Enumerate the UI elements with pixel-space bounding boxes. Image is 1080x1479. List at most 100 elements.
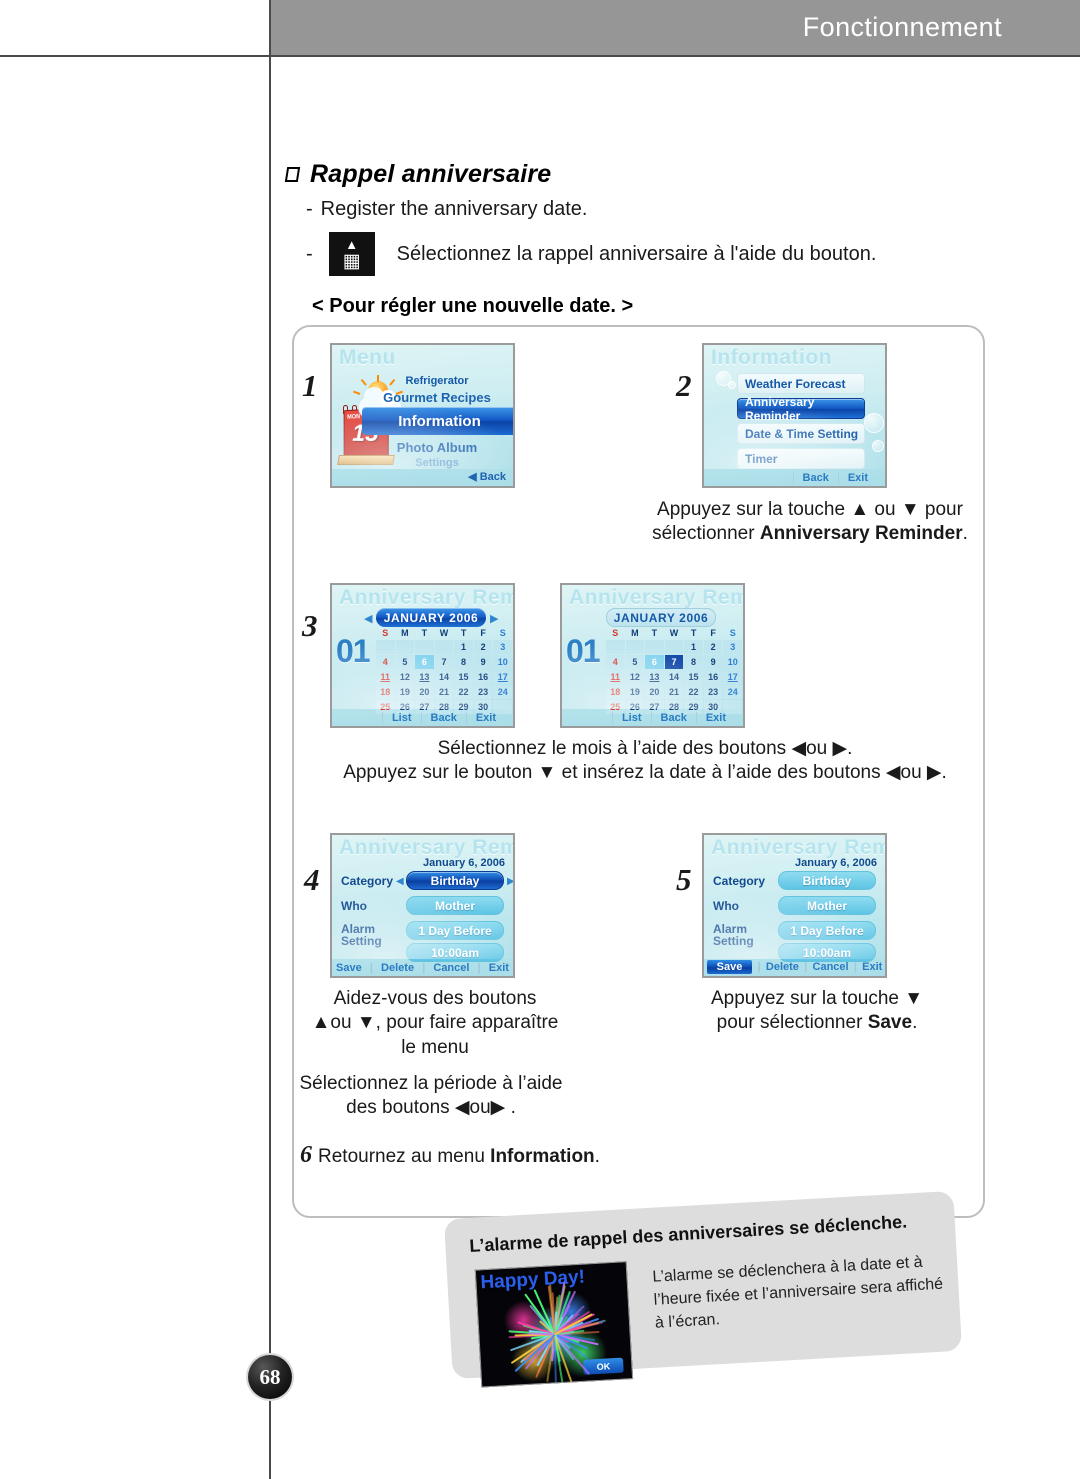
calendar-day-cell[interactable]: 15	[454, 670, 473, 684]
month-next-arrow-icon[interactable]: ▶	[490, 612, 498, 625]
calendar-day-cell[interactable]: 10	[493, 655, 512, 669]
calendar-day-cell[interactable]: 4	[606, 655, 625, 669]
calendar-day-cell[interactable]: 13	[415, 670, 434, 684]
calendar-grid-a[interactable]: S M T W T F S 1 2 3 4 5 6 7 8 9 10 11 12 13 14 15 16 17 18 19 20 21…	[376, 627, 512, 714]
calendar-day-cell[interactable]: 7	[435, 655, 454, 669]
save-button[interactable]: Save	[336, 962, 362, 974]
detail-b-value-alarm-before[interactable]: 1 Day Before	[778, 921, 876, 940]
list-button[interactable]: List	[382, 712, 421, 724]
back-button[interactable]: Back	[651, 712, 696, 724]
detail-a-value-alarm-time[interactable]: 10:00am	[406, 943, 504, 962]
calendar-day-cell[interactable]: 3	[493, 640, 512, 654]
detail-a-date: January 6, 2006	[423, 857, 505, 869]
menu-item-refrigerator[interactable]: Refrigerator	[362, 375, 512, 387]
calendar-day-cell[interactable]: 1	[684, 640, 703, 654]
exit-button[interactable]: Exit	[489, 962, 509, 974]
info-item-timer[interactable]: Timer	[737, 448, 865, 469]
exit-button[interactable]: Exit	[838, 472, 877, 484]
calendar-day-cell[interactable]: 11	[376, 670, 395, 684]
calendar-day-cell[interactable]: 16	[474, 670, 493, 684]
cancel-button[interactable]: Cancel	[433, 962, 469, 974]
calendar-day-cell[interactable]: 12	[626, 670, 645, 684]
calendar-day-cell[interactable]: 1	[454, 640, 473, 654]
screen-information: Information Weather Forecast Anniversary…	[702, 343, 887, 488]
calendar-day-cell[interactable]: 24	[493, 685, 512, 699]
calendar-day-cell[interactable]: 15	[684, 670, 703, 684]
calendar-day-cell[interactable]: 18	[376, 685, 395, 699]
calendar-day-cell[interactable]: 20	[645, 685, 664, 699]
calendar-day-cell[interactable]: 20	[415, 685, 434, 699]
category-next-arrow-icon[interactable]: ▶	[507, 876, 515, 887]
month-prev-arrow-icon[interactable]: ◀	[364, 612, 372, 625]
calendar-day-cell[interactable]: 19	[396, 685, 415, 699]
calendar-weekday-header: T	[684, 627, 703, 639]
menu-item-settings[interactable]: Settings	[362, 457, 512, 469]
calendar-day-cell[interactable]: 13	[645, 670, 664, 684]
calendar-day-cell[interactable]: 22	[684, 685, 703, 699]
detail-b-value-category[interactable]: Birthday	[778, 871, 876, 890]
menu-item-photo-album[interactable]: Photo Album	[362, 440, 512, 455]
back-button[interactable]: Back	[421, 712, 466, 724]
calendar-day-cell[interactable]: 16	[704, 670, 723, 684]
calendar-day-cell[interactable]: 21	[665, 685, 684, 699]
detail-a-value-who[interactable]: Mother	[406, 896, 504, 915]
section-bullet-2: - ▲ ▦ Sélectionnez la rappel anniversair…	[306, 232, 876, 276]
calendar-day-cell[interactable]: 12	[396, 670, 415, 684]
back-button[interactable]: Back	[793, 472, 838, 484]
exit-button[interactable]: Exit	[466, 712, 505, 724]
triangle-up-icon: ▲	[345, 238, 358, 251]
step-number-5: 5	[676, 862, 692, 898]
exit-button[interactable]: Exit	[696, 712, 735, 724]
category-prev-arrow-icon[interactable]: ◀	[396, 876, 404, 887]
caption-step-4b-line-1: Sélectionnez la période à l’aide	[296, 1072, 566, 1096]
calendar-day-cell[interactable]: 6	[645, 655, 664, 669]
detail-a-value-category[interactable]: Birthday	[406, 871, 504, 890]
calendar-day-cell[interactable]: 8	[454, 655, 473, 669]
calendar-day-cell[interactable]: 3	[723, 640, 742, 654]
delete-button[interactable]: Delete	[381, 962, 414, 974]
calendar-day-cell[interactable]: 19	[626, 685, 645, 699]
calendar-day-cell[interactable]: 21	[435, 685, 454, 699]
menu-item-information[interactable]: Information	[362, 407, 515, 435]
calendar-day-cell[interactable]: 23	[704, 685, 723, 699]
caption-step-2-bold: Anniversary Reminder	[760, 523, 963, 544]
exit-button[interactable]: Exit	[862, 961, 882, 973]
calendar-day-cell[interactable]: 24	[723, 685, 742, 699]
calendar-day-cell[interactable]: 2	[474, 640, 493, 654]
calendar-day-cell[interactable]: 11	[606, 670, 625, 684]
info-item-date-time-setting[interactable]: Date & Time Setting	[737, 423, 865, 444]
caption-step-4b-line-2: des boutons ◀ou▶ .	[296, 1096, 566, 1120]
list-button[interactable]: List	[612, 712, 651, 724]
delete-button[interactable]: Delete	[766, 961, 799, 973]
calendar-day-cell[interactable]: 2	[704, 640, 723, 654]
calendar-day-cell[interactable]: 6	[415, 655, 434, 669]
calendar-day-cell[interactable]: 17	[493, 670, 512, 684]
calendar-day-cell[interactable]: 5	[626, 655, 645, 669]
calendar-day-cell[interactable]: 23	[474, 685, 493, 699]
calendar-grid-b[interactable]: S M T W T F S 1 2 3 4 5 6 7 8 9 10 11 12 13 14 15 16 17 18 19 20 21…	[606, 627, 742, 714]
calendar-day-cell[interactable]: 14	[665, 670, 684, 684]
calendar-day-cell[interactable]: 22	[454, 685, 473, 699]
cancel-button[interactable]: Cancel	[813, 961, 849, 973]
menu-back-button[interactable]: ◀ Back	[468, 470, 506, 483]
detail-a-value-alarm-before[interactable]: 1 Day Before	[406, 921, 504, 940]
calendar-day-cell[interactable]: 4	[376, 655, 395, 669]
calendar-day-cell[interactable]: 14	[435, 670, 454, 684]
dash-marker: -	[306, 198, 313, 221]
calendar-day-cell[interactable]: 10	[723, 655, 742, 669]
save-button[interactable]: Save	[707, 960, 753, 974]
calendar-day-cell[interactable]: 9	[704, 655, 723, 669]
calendar-day-cell[interactable]: 7	[665, 655, 684, 669]
info-item-anniversary-reminder[interactable]: Anniversary Reminder	[737, 398, 865, 419]
menu-item-gourmet-recipes[interactable]: Gourmet Recipes	[362, 390, 512, 405]
calendar-day-cell[interactable]: 17	[723, 670, 742, 684]
calendar-day-cell[interactable]: 18	[606, 685, 625, 699]
calendar-day-cell[interactable]: 5	[396, 655, 415, 669]
calendar-day-cell[interactable]: 8	[684, 655, 703, 669]
screen-detail-b: Anniversary Reminder January 6, 2006 Cat…	[702, 833, 887, 978]
calendar-weekday-header: S	[376, 627, 395, 639]
detail-b-value-who[interactable]: Mother	[778, 896, 876, 915]
calendar-day-cell[interactable]: 9	[474, 655, 493, 669]
info-item-weather-forecast[interactable]: Weather Forecast	[737, 373, 865, 394]
calendar-weekday-header: T	[645, 627, 664, 639]
